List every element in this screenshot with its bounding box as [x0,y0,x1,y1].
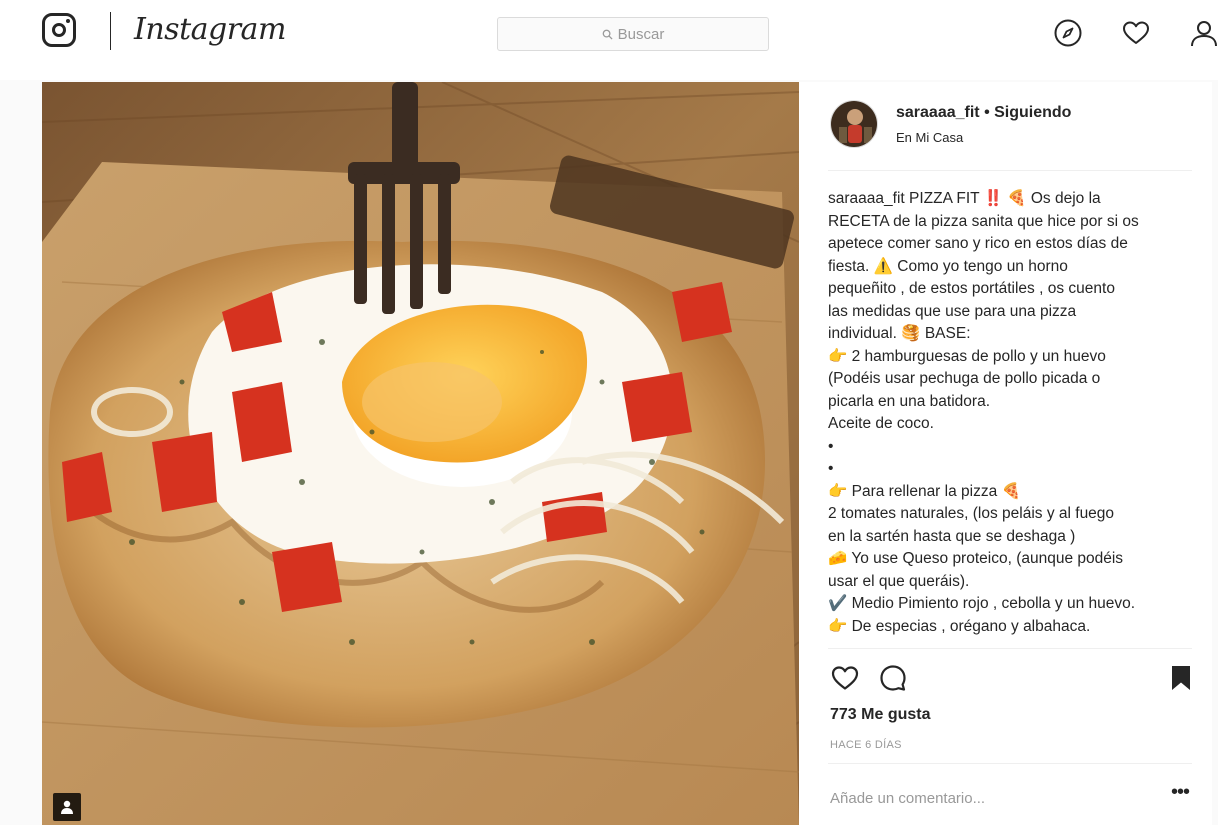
logo-divider [110,12,111,50]
like-count[interactable]: 773 Me gusta [830,706,930,724]
post-location[interactable]: En Mi Casa [896,130,963,145]
avatar[interactable] [830,100,878,148]
caption-line: pequeñito , de estos portátiles , os cue… [828,280,1115,297]
divider [828,170,1192,171]
follow-status[interactable]: Siguiendo [994,104,1071,121]
search-placeholder: Buscar [617,25,665,43]
camera-dot-shape [66,19,70,23]
bookmark-icon[interactable] [1166,663,1196,693]
caption-line: individual. 🥞 BASE: [828,325,971,342]
post-card: saraaaa_fit • Siguiendo En Mi Casa saraa… [42,82,1212,825]
post-age[interactable]: HACE 6 DÍAS [830,739,902,751]
post-photo[interactable] [42,82,799,825]
comment-icon[interactable] [878,663,908,693]
top-navigation-bar: Instagram Buscar [0,0,1218,80]
divider [828,648,1192,649]
post-caption: saraaaa_fit PIZZA FIT ‼️ 🍕 Os dejo la REC… [828,188,1192,648]
like-heart-icon[interactable] [830,663,860,693]
caption-line: • [828,460,834,477]
caption-line: Aceite de coco. [828,415,934,432]
caption-line: usar el que queráis). [828,572,970,590]
post-author-row: saraaaa_fit • Siguiendo En Mi Casa [828,98,1192,154]
caption-line: fiesta. ⚠️ Como yo tengo un horno [828,257,1068,275]
tagged-user-icon[interactable] [53,793,81,821]
compass-icon[interactable] [1053,18,1083,48]
caption-line: las medidas que use para una pizza [828,302,1077,320]
comment-input[interactable] [830,786,1150,810]
post-sidebar: saraaaa_fit • Siguiendo En Mi Casa saraa… [828,82,1192,825]
caption-line: 🧀 Yo use Queso proteico, (aunque podéis [828,550,1124,567]
post-actions [828,663,1192,695]
instagram-wordmark[interactable]: Instagram [134,10,286,50]
camera-logo-icon[interactable] [42,13,76,47]
caption-line: ✔️ Medio Pimiento rojo , cebolla y un hu… [828,595,1136,612]
caption-line: saraaaa_fit PIZZA FIT ‼️ 🍕 Os dejo la [828,190,1101,207]
camera-lens-shape [52,23,66,37]
divider [828,763,1192,764]
caption-line: (Podéis usar pechuga de pollo picada o [828,370,1101,387]
caption-line: 2 tomates naturales, (los peláis y al fu… [828,505,1115,522]
caption-line: apetece comer sano y rico en estos días … [828,235,1128,252]
heart-icon[interactable] [1121,18,1151,48]
caption-line: 👉 De especias , orégano y albahaca. [828,617,1091,635]
author-username[interactable]: saraaaa_fit [896,104,980,121]
user-icon[interactable] [1189,18,1218,48]
caption-line: en la sartén hasta que se deshaga ) [828,527,1076,545]
caption-line: • [828,437,834,455]
caption-line: 👉 2 hamburguesas de pollo y un huevo [828,347,1106,365]
separator-dot: • [984,104,995,121]
caption-line: 👉 Para rellenar la pizza 🍕 [828,482,1021,500]
caption-line: RECETA de la pizza sanita que hice por s… [828,212,1139,230]
search-box[interactable]: Buscar [497,17,769,51]
more-options-icon[interactable]: ••• [1168,780,1192,804]
caption-line: picarla en una batidora. [828,392,991,410]
author-line: saraaaa_fit • Siguiendo [896,104,1071,122]
pizza-photo-illustration [42,82,799,825]
search-icon [602,29,613,40]
